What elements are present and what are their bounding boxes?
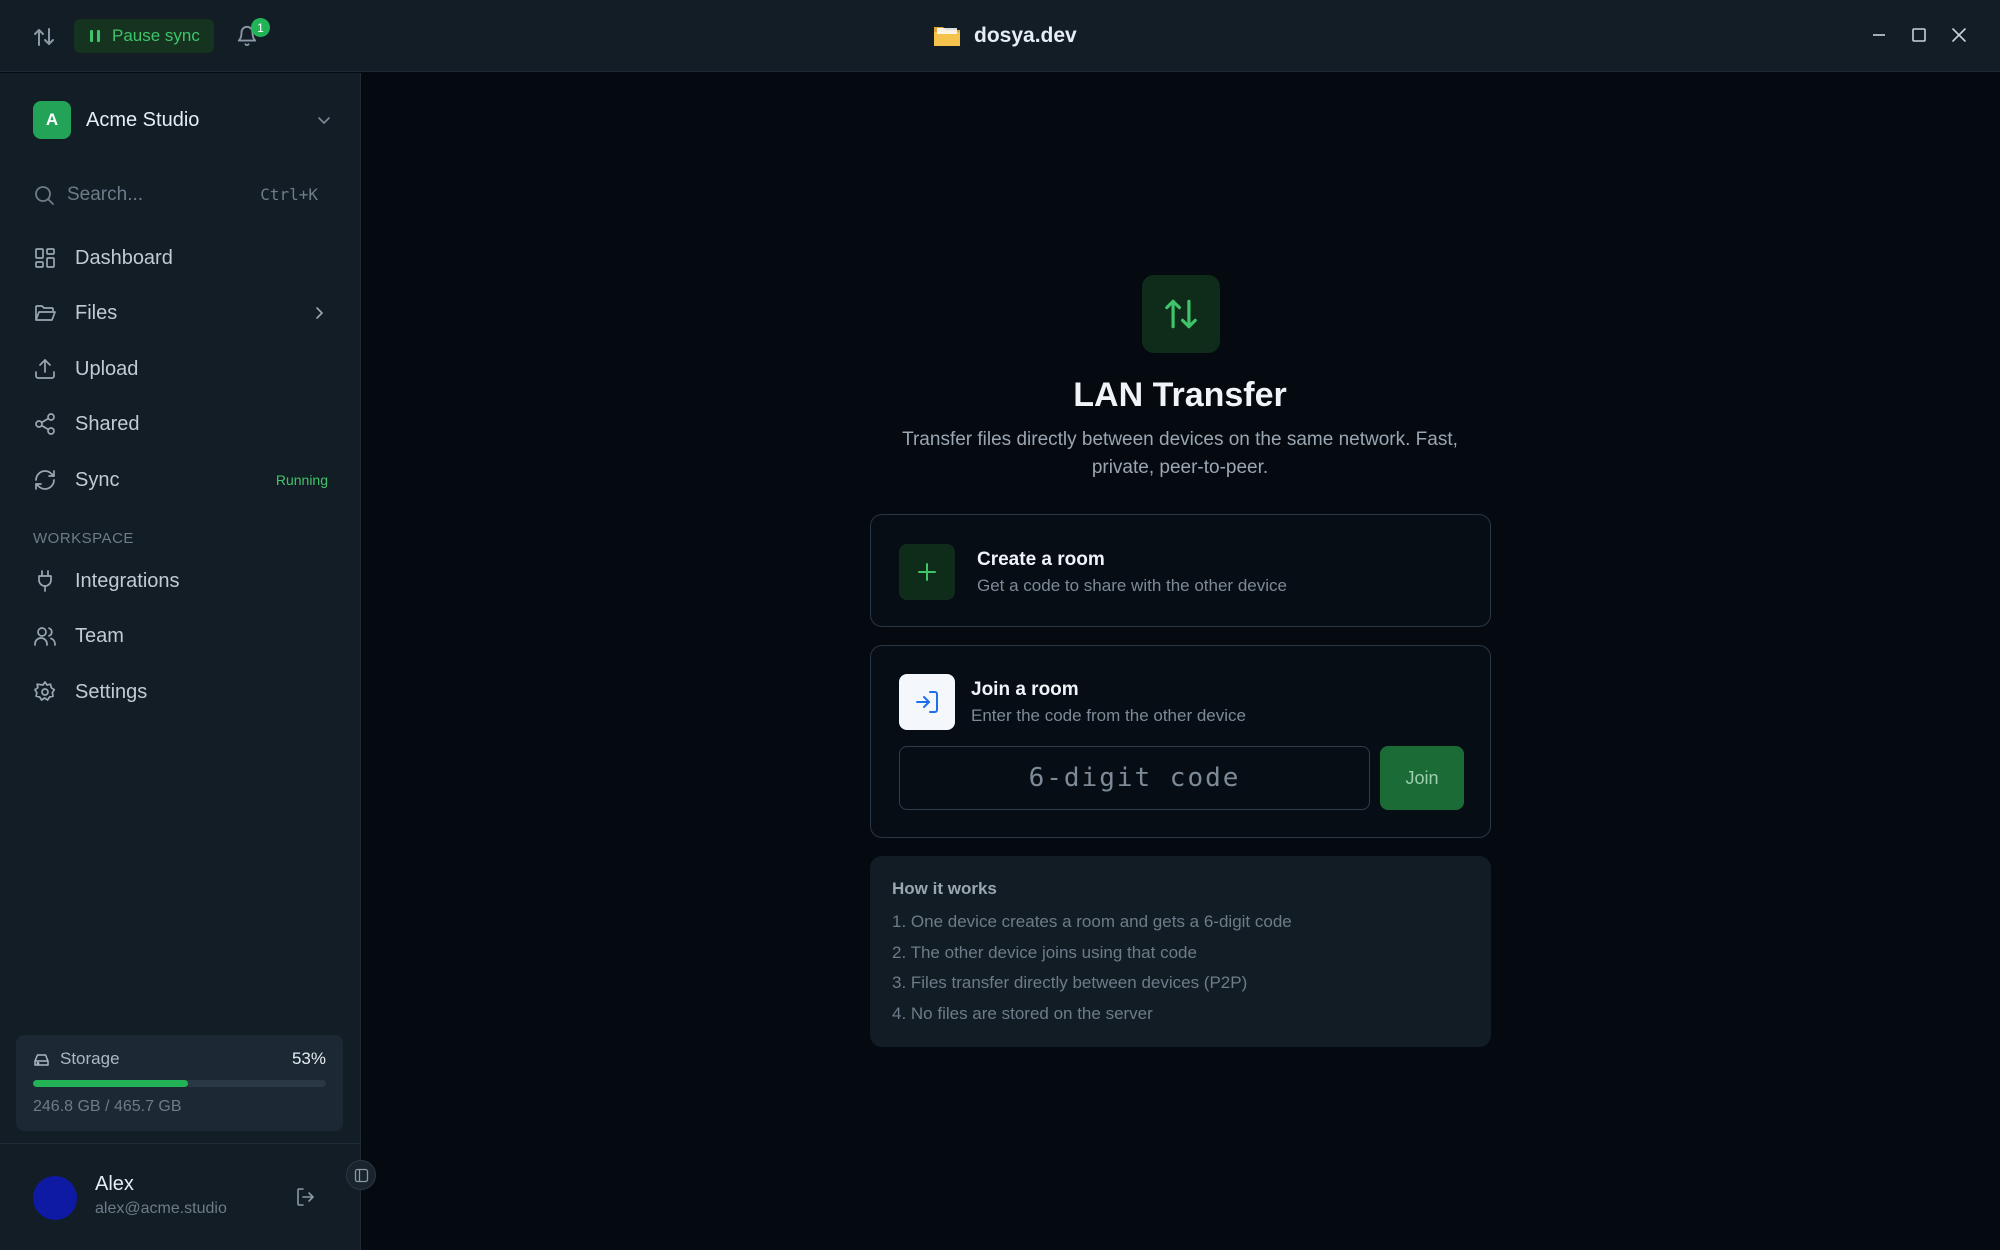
users-icon bbox=[33, 624, 57, 648]
sidebar-item-label: Sync bbox=[75, 468, 120, 491]
chevron-down-icon bbox=[315, 111, 333, 129]
list-item: 3. Files transfer directly between devic… bbox=[892, 973, 1248, 992]
sidebar-item-files[interactable]: Files bbox=[33, 291, 328, 335]
workspace-switcher[interactable]: A Acme Studio bbox=[33, 101, 333, 139]
close-icon[interactable] bbox=[1948, 24, 1970, 46]
section-label-workspace: WORKSPACE bbox=[33, 530, 134, 547]
swap-arrows-icon[interactable] bbox=[32, 25, 56, 49]
title-bar: Pause sync 1 dosya.dev bbox=[0, 0, 2000, 72]
sidebar-item-dashboard[interactable]: Dashboard bbox=[33, 236, 328, 280]
folder-open-icon bbox=[33, 301, 57, 325]
page-title: LAN Transfer bbox=[1073, 376, 1287, 414]
storage-progress-bar bbox=[33, 1080, 326, 1087]
plus-icon bbox=[899, 544, 955, 600]
folder-icon bbox=[932, 23, 962, 49]
user-email: alex@acme.studio bbox=[95, 1200, 227, 1217]
storage-progress-fill bbox=[33, 1080, 189, 1087]
join-button[interactable]: Join bbox=[1380, 746, 1464, 810]
refresh-icon bbox=[33, 468, 57, 492]
gear-icon bbox=[33, 680, 57, 704]
storage-size: 246.8 GB / 465.7 GB bbox=[33, 1098, 182, 1115]
join-room-title: Join a room bbox=[971, 679, 1079, 700]
logout-icon[interactable] bbox=[295, 1186, 317, 1208]
sidebar-item-label: Shared bbox=[75, 412, 140, 435]
join-room-card: Join a room Enter the code from the othe… bbox=[870, 645, 1491, 838]
create-room-title: Create a room bbox=[977, 549, 1105, 570]
how-it-works-panel: How it works 1. One device creates a roo… bbox=[870, 856, 1491, 1047]
join-room-description: Enter the code from the other device bbox=[971, 706, 1246, 725]
sidebar-item-label: Upload bbox=[75, 357, 139, 380]
storage-header: Storage bbox=[33, 1049, 120, 1069]
search-box[interactable]: Ctrl+K bbox=[33, 176, 318, 214]
workspace-avatar: A bbox=[33, 101, 71, 139]
sidebar-item-label: Files bbox=[75, 301, 118, 324]
list-item: 4. No files are stored on the server bbox=[892, 1004, 1153, 1023]
avatar[interactable] bbox=[33, 1176, 77, 1220]
user-name: Alex bbox=[95, 1173, 134, 1195]
sidebar-item-label: Settings bbox=[75, 680, 148, 703]
transfer-icon bbox=[1142, 275, 1220, 353]
app-title-text: dosya.dev bbox=[974, 24, 1077, 47]
search-shortcut: Ctrl+K bbox=[260, 185, 318, 204]
upload-icon bbox=[33, 357, 57, 381]
maximize-icon[interactable] bbox=[1908, 24, 1930, 46]
panel-left-icon bbox=[354, 1168, 369, 1183]
list-item: 2. The other device joins using that cod… bbox=[892, 943, 1197, 962]
pause-sync-button[interactable]: Pause sync bbox=[74, 19, 214, 53]
hard-drive-icon bbox=[33, 1051, 50, 1068]
divider bbox=[0, 1143, 361, 1144]
room-code-input[interactable] bbox=[899, 746, 1370, 810]
sidebar-item-sync[interactable]: Sync Running bbox=[33, 458, 328, 502]
sidebar-collapse-button[interactable] bbox=[346, 1160, 376, 1190]
sidebar-item-shared[interactable]: Shared bbox=[33, 402, 328, 446]
sidebar: A Acme Studio Ctrl+K Dashboard Files Upl… bbox=[0, 73, 361, 1250]
create-room-description: Get a code to share with the other devic… bbox=[977, 576, 1287, 595]
storage-percent: 53% bbox=[291, 1049, 326, 1068]
list-item: 1. One device creates a room and gets a … bbox=[892, 912, 1292, 931]
page-subtitle: Transfer files directly between devices … bbox=[902, 429, 1458, 478]
sidebar-item-settings[interactable]: Settings bbox=[33, 670, 328, 714]
notification-badge: 1 bbox=[251, 18, 270, 37]
chevron-right-icon bbox=[310, 304, 328, 322]
storage-label: Storage bbox=[60, 1049, 120, 1068]
minimize-icon[interactable] bbox=[1868, 24, 1890, 46]
how-it-works-title: How it works bbox=[892, 879, 997, 898]
storage-widget: Storage 53% 246.8 GB / 465.7 GB bbox=[16, 1035, 343, 1131]
search-icon bbox=[33, 184, 55, 206]
pause-icon bbox=[88, 29, 102, 43]
sidebar-item-label: Integrations bbox=[75, 569, 180, 592]
sidebar-item-label: Dashboard bbox=[75, 246, 173, 269]
sidebar-item-team[interactable]: Team bbox=[33, 614, 328, 658]
pause-sync-label: Pause sync bbox=[112, 26, 200, 45]
log-in-icon bbox=[899, 674, 955, 730]
search-input[interactable] bbox=[67, 184, 247, 206]
grid-icon bbox=[33, 246, 57, 270]
sidebar-item-upload[interactable]: Upload bbox=[33, 347, 328, 391]
workspace-name: Acme Studio bbox=[86, 108, 200, 131]
plug-icon bbox=[33, 569, 57, 593]
sidebar-item-label: Team bbox=[75, 624, 124, 647]
sync-status-badge: Running bbox=[275, 472, 328, 488]
share-icon bbox=[33, 412, 57, 436]
create-room-card[interactable]: Create a room Get a code to share with t… bbox=[870, 514, 1491, 627]
sidebar-item-integrations[interactable]: Integrations bbox=[33, 559, 328, 603]
window-title: dosya.dev bbox=[932, 20, 1077, 52]
